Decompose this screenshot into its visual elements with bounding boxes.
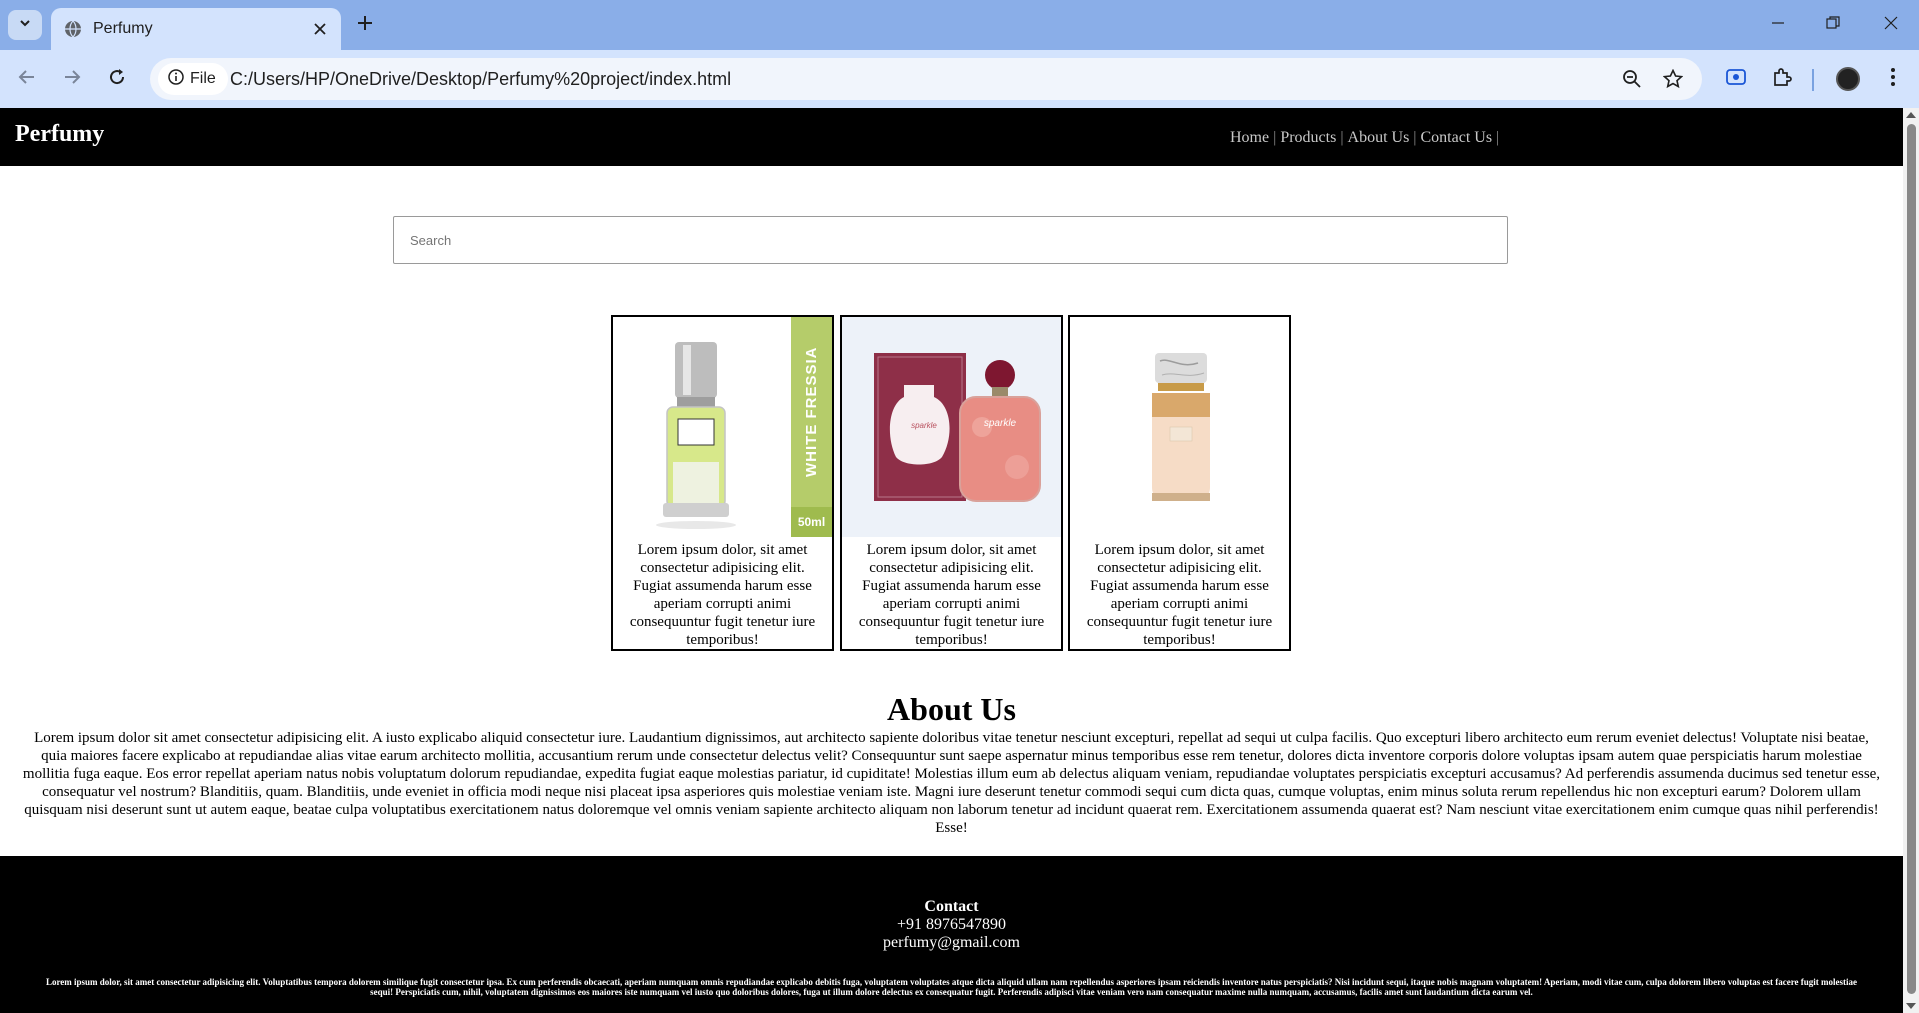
product-card[interactable]: sparkle sparkle Lorem ipsum dolor, sit a… <box>840 315 1063 651</box>
zoom-icon[interactable] <box>1619 66 1645 92</box>
new-tab-button[interactable] <box>352 12 378 38</box>
info-icon <box>168 68 184 90</box>
arrow-left-icon <box>18 68 36 91</box>
product-grid: WHITE FRESSIA 50ml Lorem ipsum dolor, si… <box>611 315 1293 651</box>
volume-label: 50ml <box>797 515 826 529</box>
nav-separator: | <box>1340 129 1344 146</box>
extensions-button[interactable] <box>1767 64 1797 94</box>
nav-link-home[interactable]: Home <box>1230 129 1269 146</box>
product-image-sparkle: sparkle sparkle <box>842 317 1061 537</box>
product-card[interactable]: WHITE FRESSIA 50ml Lorem ipsum dolor, si… <box>611 315 834 651</box>
puzzle-icon <box>1772 67 1792 92</box>
plus-icon <box>357 15 373 36</box>
minimize-icon <box>1771 16 1785 35</box>
product-description: Lorem ipsum dolor, sit amet consectetur … <box>629 542 816 648</box>
globe-icon <box>63 19 83 39</box>
back-button[interactable] <box>12 64 42 94</box>
site-logo[interactable]: Perfumy <box>15 121 104 148</box>
product-description: Lorem ipsum dolor, sit amet consectetur … <box>858 542 1045 648</box>
tab-search-button[interactable] <box>8 10 42 40</box>
site-nav: Home | Products | About Us | Contact Us | <box>1230 129 1503 147</box>
label-text: WHITE FRESSIA <box>803 346 820 478</box>
url-text[interactable]: C:/Users/HP/OneDrive/Desktop/Perfumy%20p… <box>230 69 731 90</box>
browser-toolbar: File C:/Users/HP/OneDrive/Desktop/Perfum… <box>0 50 1919 108</box>
site-info-chip[interactable]: File <box>158 63 228 95</box>
nav-link-contact-us[interactable]: Contact Us <box>1421 129 1493 146</box>
product-image-marble-perfume <box>1070 317 1289 537</box>
site-footer: Contact +91 8976547890 perfumy@gmail.com… <box>0 856 1903 1013</box>
site-chip-label: File <box>190 70 216 87</box>
browser-tab-bar: Perfumy <box>0 0 1919 50</box>
tab-title: Perfumy <box>93 20 153 37</box>
more-vertical-icon <box>1890 67 1896 92</box>
nav-separator: | <box>1413 129 1417 146</box>
minimize-button[interactable] <box>1763 10 1793 40</box>
arrow-right-icon <box>63 68 81 91</box>
nav-separator: | <box>1496 129 1500 146</box>
scroll-down-arrow[interactable] <box>1906 1003 1916 1009</box>
nav-link-products[interactable]: Products <box>1280 129 1336 146</box>
browser-tab[interactable]: Perfumy <box>51 8 341 50</box>
page-viewport: Perfumy Home | Products | About Us | Contact U… <box>0 108 1903 1013</box>
avatar <box>1836 67 1860 91</box>
close-icon <box>1884 16 1898 35</box>
scroll-up-arrow[interactable] <box>1906 112 1916 118</box>
product-card[interactable]: Lorem ipsum dolor, sit amet consectetur … <box>1068 315 1291 651</box>
browser-menu-button[interactable] <box>1878 64 1908 94</box>
search-input[interactable] <box>393 216 1508 264</box>
close-tab-icon[interactable] <box>309 18 331 40</box>
chevron-down-icon <box>18 16 32 35</box>
restore-icon <box>1826 15 1840 35</box>
page-scrollbar[interactable] <box>1903 108 1919 1013</box>
address-bar[interactable]: File C:/Users/HP/OneDrive/Desktop/Perfum… <box>150 58 1702 100</box>
toolbar-divider <box>1812 69 1814 91</box>
product-description: Lorem ipsum dolor, sit amet consectetur … <box>1086 542 1273 648</box>
box-label: sparkle <box>911 421 937 430</box>
profile-button[interactable] <box>1833 64 1863 94</box>
reload-icon <box>108 68 126 91</box>
forward-button[interactable] <box>57 64 87 94</box>
footer-fine-print: Lorem ipsum dolor, sit amet consectetur … <box>45 977 1858 997</box>
restore-button[interactable] <box>1818 10 1848 40</box>
bookmark-star-icon[interactable] <box>1660 66 1686 92</box>
cast-icon <box>1726 68 1746 91</box>
footer-email: perfumy@gmail.com <box>883 934 1020 951</box>
reload-button[interactable] <box>102 64 132 94</box>
scrollbar-thumb[interactable] <box>1907 124 1916 994</box>
close-window-button[interactable] <box>1876 10 1906 40</box>
bottle-label: sparkle <box>983 418 1017 429</box>
nav-separator: | <box>1273 129 1277 146</box>
about-us-text: Lorem ipsum dolor sit amet consectetur a… <box>22 730 1881 836</box>
nav-link-about-us[interactable]: About Us <box>1348 129 1410 146</box>
product-image-white-fressia: WHITE FRESSIA 50ml <box>613 317 832 537</box>
screen-cast-button[interactable] <box>1721 64 1751 94</box>
about-us-heading: About Us <box>887 691 1016 727</box>
footer-phone: +91 8976547890 <box>896 916 1007 933</box>
site-header: Perfumy Home | Products | About Us | Contact U… <box>0 108 1903 166</box>
footer-contact-heading: Contact <box>924 898 979 915</box>
